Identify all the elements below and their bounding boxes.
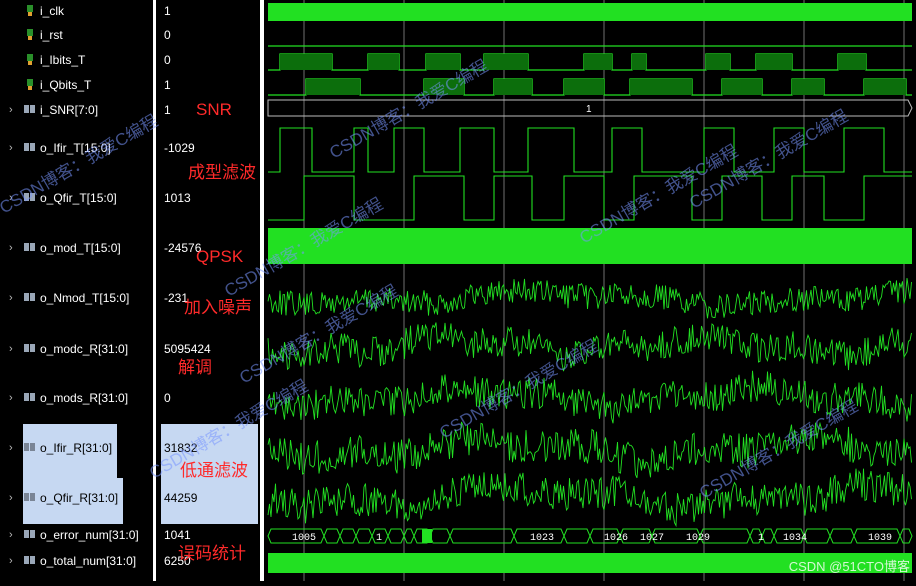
wave-o-error-num-seg [387,528,405,544]
bus-signal-icon [24,443,35,451]
bus-signal-icon [24,293,35,301]
signal-name: o_mods_R[31:0] [40,391,129,405]
chevron-right-icon[interactable]: › [9,391,13,405]
signal-value: 44259 [164,491,198,505]
error-bus-label: 1027 [640,533,664,544]
waveform-canvas[interactable]: 1 1005 1 1023 1026 1027 1029 1 1034 1039 [264,0,916,581]
annotation-add-noise: 加入噪声 [184,298,252,317]
signal-value: 1 [164,4,171,18]
waveform-area[interactable]: 1 1005 1 1023 1026 1027 1029 1 1034 1039 [264,0,916,581]
wave-i-clk [268,3,912,21]
signal-name: o_total_num[31:0] [40,554,137,568]
annotation-shaping-filter: 成型滤波 [188,163,256,182]
wave-i-ibits-t-fill [584,54,612,70]
bus-signal-icon [24,143,35,151]
snr-bus-label: 1 [586,104,592,115]
signal-value: 0 [164,391,171,405]
wave-o-error-num-block [422,529,432,543]
bus-signal-icon [24,493,35,501]
wave-i-qbits-t-fill [864,79,906,95]
signal-name: o_Qfir_R[31:0] [40,491,119,505]
signal-value: 0 [164,28,171,42]
signal-value: 1013 [164,191,191,205]
wave-i-ibits-t-fill [632,54,646,70]
wave-o-error-num-seg [803,528,831,544]
bus-signal-icon [24,105,35,113]
error-bus-label: 1023 [530,533,554,544]
wave-i-ibits-t-fill [838,54,866,70]
bit-signal-icon [27,5,33,16]
chevron-right-icon[interactable]: › [9,241,13,255]
signal-value: 0 [164,53,171,67]
wave-i-qbits-t-fill [494,79,532,95]
wave-o-error-num-seg [899,528,913,544]
chevron-right-icon[interactable]: › [9,441,13,455]
wave-i-qbits-t-fill [630,79,692,95]
bit-signal-icon [27,54,33,65]
signal-value: 1 [164,78,171,92]
wave-o-error-num-seg [355,528,373,544]
signal-name: i_SNR[7:0] [40,103,99,117]
signal-value: -1029 [164,141,195,155]
signal-name: o_error_num[31:0] [40,528,139,542]
wave-i-ibits-t-fill [706,54,730,70]
signal-value: 1 [164,103,171,117]
wave-i-qbits-t-fill [564,79,604,95]
wave-i-qbits-t-fill [722,79,762,95]
wave-o-error-num-seg [323,528,341,544]
wave-i-ibits-t-fill [756,54,792,70]
bit-signal-icon [27,29,33,40]
signal-name: o_Qfir_T[15:0] [40,191,117,205]
signal-name: i_clk [40,4,65,18]
signal-name: o_Ifir_R[31:0] [40,441,113,455]
annotation-demodulate: 解调 [178,358,212,377]
bus-signal-icon [24,393,35,401]
wave-i-ibits-t-fill [280,54,332,70]
wave-o-error-num-seg [449,528,515,544]
signal-name: i_Qbits_T [40,78,92,92]
wave-i-qbits-t-fill [306,79,360,95]
bit-signal-icon [27,79,33,90]
chevron-right-icon[interactable]: › [9,291,13,305]
signal-name: i_Ibits_T [40,53,86,67]
signal-name: o_mod_T[15:0] [40,241,121,255]
error-bus-label: 1005 [292,533,316,544]
wave-i-ibits-t-fill [368,54,399,70]
error-bus-label: 1039 [868,533,892,544]
chevron-right-icon[interactable]: › [9,491,13,505]
wave-o-error-num-seg [563,528,591,544]
chevron-right-icon[interactable]: › [9,528,13,542]
error-bus-label: 1026 [604,533,628,544]
chevron-right-icon[interactable]: › [9,554,13,568]
bus-signal-icon [24,344,35,352]
annotation-snr: SNR [196,100,232,119]
bus-signal-icon [24,243,35,251]
chevron-right-icon[interactable]: › [9,103,13,117]
annotation-error-stats: 误码统计 [178,544,246,563]
bus-signal-icon [24,556,35,564]
signal-name: o_modc_R[31:0] [40,342,129,356]
bus-signal-icon [24,530,35,538]
wave-i-qbits-t-fill [792,79,824,95]
wave-o-error-num-seg [429,528,451,544]
error-bus-label: 1 [758,533,764,544]
error-bus-label: 1029 [686,533,710,544]
wave-o-error-num-seg [403,528,415,544]
wave-o-qfir-r [267,468,912,528]
wave-o-error-num-seg [339,528,357,544]
error-bus-label: 1 [376,533,382,544]
error-bus-label: 1034 [783,533,807,544]
chevron-right-icon[interactable]: › [9,342,13,356]
chevron-right-icon[interactable]: › [9,141,13,155]
signal-name: i_rst [40,28,63,42]
annotation-qpsk: QPSK [196,247,244,266]
wave-o-error-num-seg [829,528,855,544]
wave-i-ibits-t-fill [484,54,528,70]
csdn-credit: CSDN @51CTO博客 [788,559,910,574]
signal-name: o_Nmod_T[15:0] [40,291,130,305]
